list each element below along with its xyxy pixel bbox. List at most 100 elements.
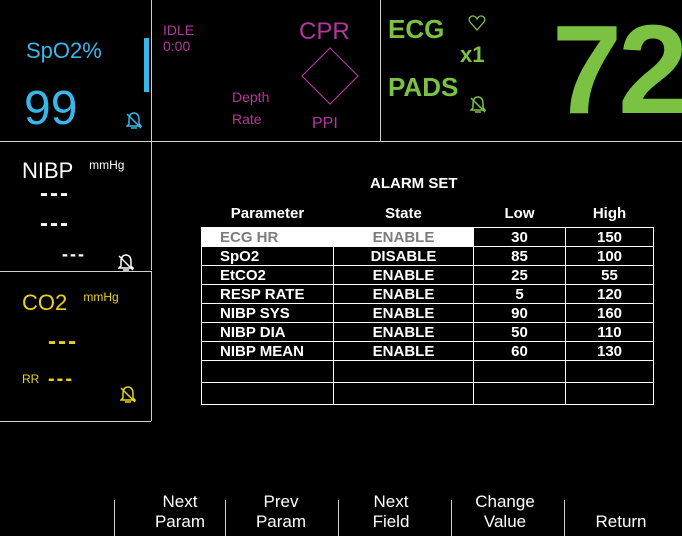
high-limit-cell[interactable]: 160 <box>565 303 654 323</box>
parameter-cell[interactable]: ECG HR <box>201 227 334 247</box>
table-row[interactable]: EtCO2 ENABLE 25 55 <box>201 265 654 285</box>
parameter-cell[interactable]: EtCO2 <box>201 265 334 285</box>
softkey-label-line1: Next <box>162 492 198 511</box>
cpr-title: CPR <box>299 18 350 45</box>
high-limit-cell[interactable]: 130 <box>565 341 654 361</box>
low-limit-cell[interactable]: 30 <box>473 227 566 247</box>
empty-cell <box>333 382 474 405</box>
table-row[interactable]: RESP RATE ENABLE 5 120 <box>201 284 654 304</box>
empty-cell <box>565 360 654 383</box>
parameter-cell[interactable]: NIBP SYS <box>201 303 334 323</box>
state-cell[interactable]: ENABLE <box>333 284 474 304</box>
softkey-label: Return <box>595 512 647 531</box>
high-limit-cell[interactable]: 100 <box>565 246 654 266</box>
divider <box>151 271 152 421</box>
alarm-set-table: Parameter State Low High ECG HR ENABLE 3… <box>201 199 654 405</box>
low-limit-cell[interactable]: 50 <box>473 322 566 342</box>
parameter-cell[interactable]: NIBP DIA <box>201 322 334 342</box>
softkey-label-line2: Param <box>154 512 206 531</box>
divider <box>151 0 152 270</box>
cpr-timer: 0:00 <box>163 38 191 54</box>
nibp-systolic: --- <box>40 180 70 207</box>
next-param-button[interactable]: Next Param <box>130 492 230 532</box>
low-limit-cell[interactable]: 60 <box>473 341 566 361</box>
empty-cell <box>473 382 566 405</box>
nibp-mean: --- <box>62 244 86 264</box>
softkey-divider <box>564 500 565 536</box>
cpr-ppi-label: PPI <box>312 115 338 132</box>
low-limit-cell[interactable]: 5 <box>473 284 566 304</box>
bell-silenced-icon <box>126 112 142 129</box>
empty-cell <box>473 360 566 383</box>
softkey-label-line1: Prev <box>263 492 299 511</box>
column-header-state: State <box>385 204 422 222</box>
parameter-cell[interactable]: NIBP MEAN <box>201 341 334 361</box>
empty-cell <box>201 360 334 383</box>
alarm-set-title: ALARM SET <box>370 175 458 192</box>
ecg-source-label: PADS <box>388 72 459 102</box>
bell-silenced-icon <box>120 386 136 403</box>
change-value-button[interactable]: Change Value <box>455 492 555 532</box>
state-cell[interactable]: ENABLE <box>333 265 474 285</box>
low-limit-cell[interactable]: 85 <box>473 246 566 266</box>
softkey-label-line1: Change <box>475 492 535 511</box>
spo2-value: 99 <box>24 82 78 135</box>
divider <box>0 141 682 142</box>
high-limit-cell[interactable]: 150 <box>565 227 654 247</box>
low-limit-cell[interactable]: 25 <box>473 265 566 285</box>
softkey-label-line2: Value <box>483 512 527 531</box>
state-cell[interactable]: DISABLE <box>333 246 474 266</box>
high-limit-cell[interactable]: 55 <box>565 265 654 285</box>
table-row[interactable]: NIBP SYS ENABLE 90 160 <box>201 303 654 323</box>
bell-silenced-icon <box>470 96 486 113</box>
state-cell[interactable]: ENABLE <box>333 322 474 342</box>
low-limit-cell[interactable]: 90 <box>473 303 566 323</box>
nibp-label: NIBP mmHg <box>22 158 124 184</box>
softkey-divider <box>338 500 339 536</box>
parameter-cell[interactable]: SpO2 <box>201 246 334 266</box>
nibp-unit: mmHg <box>89 158 125 172</box>
high-limit-cell[interactable]: 120 <box>565 284 654 304</box>
divider <box>380 0 381 142</box>
co2-value: --- <box>48 328 78 355</box>
return-button[interactable]: Return <box>571 512 671 532</box>
ecg-lead-label: ECG <box>388 14 445 44</box>
heart-rate-value: 72 <box>552 0 682 140</box>
spo2-pleth-bar <box>144 38 149 92</box>
cpr-diamond-icon <box>301 47 359 105</box>
state-cell[interactable]: ENABLE <box>333 341 474 361</box>
co2-unit: mmHg <box>83 290 119 304</box>
softkey-label-line2: Param <box>255 512 307 531</box>
softkey-divider <box>114 500 115 536</box>
empty-cell <box>201 382 334 405</box>
parameter-cell[interactable]: RESP RATE <box>201 284 334 304</box>
table-row[interactable]: NIBP DIA ENABLE 50 110 <box>201 322 654 342</box>
state-cell[interactable]: ENABLE <box>333 303 474 323</box>
table-row-ecg-hr[interactable]: ECG HR ENABLE 30 150 <box>201 227 654 247</box>
column-header-parameter: Parameter <box>230 204 305 222</box>
softkey-label-line2: Field <box>372 512 410 531</box>
table-header-row: Parameter State Low High <box>202 199 654 228</box>
divider <box>0 421 151 422</box>
softkey-label-line1: Next <box>373 492 409 511</box>
cpr-depth-label: Depth <box>232 89 270 105</box>
spo2-label: SpO2% <box>26 38 102 63</box>
cpr-idle-label: IDLE <box>163 22 195 38</box>
table-row[interactable]: SpO2 DISABLE 85 100 <box>201 246 654 266</box>
nibp-diastolic: --- <box>40 210 70 237</box>
table-row[interactable]: NIBP MEAN ENABLE 60 130 <box>201 341 654 361</box>
cpr-rate-label: Rate <box>232 111 262 127</box>
empty-cell <box>565 382 654 405</box>
ecg-gain: x1 <box>460 42 485 67</box>
prev-param-button[interactable]: Prev Param <box>231 492 331 532</box>
column-header-high: High <box>592 204 627 222</box>
heart-outline-icon <box>468 15 486 31</box>
rr-value: --- <box>48 368 74 390</box>
column-header-low: Low <box>504 204 535 222</box>
next-field-button[interactable]: Next Field <box>341 492 441 532</box>
high-limit-cell[interactable]: 110 <box>565 322 654 342</box>
table-row-empty <box>201 360 654 383</box>
co2-label: CO2 mmHg <box>22 290 119 316</box>
state-cell[interactable]: ENABLE <box>333 227 474 247</box>
bell-silenced-icon <box>118 254 134 271</box>
